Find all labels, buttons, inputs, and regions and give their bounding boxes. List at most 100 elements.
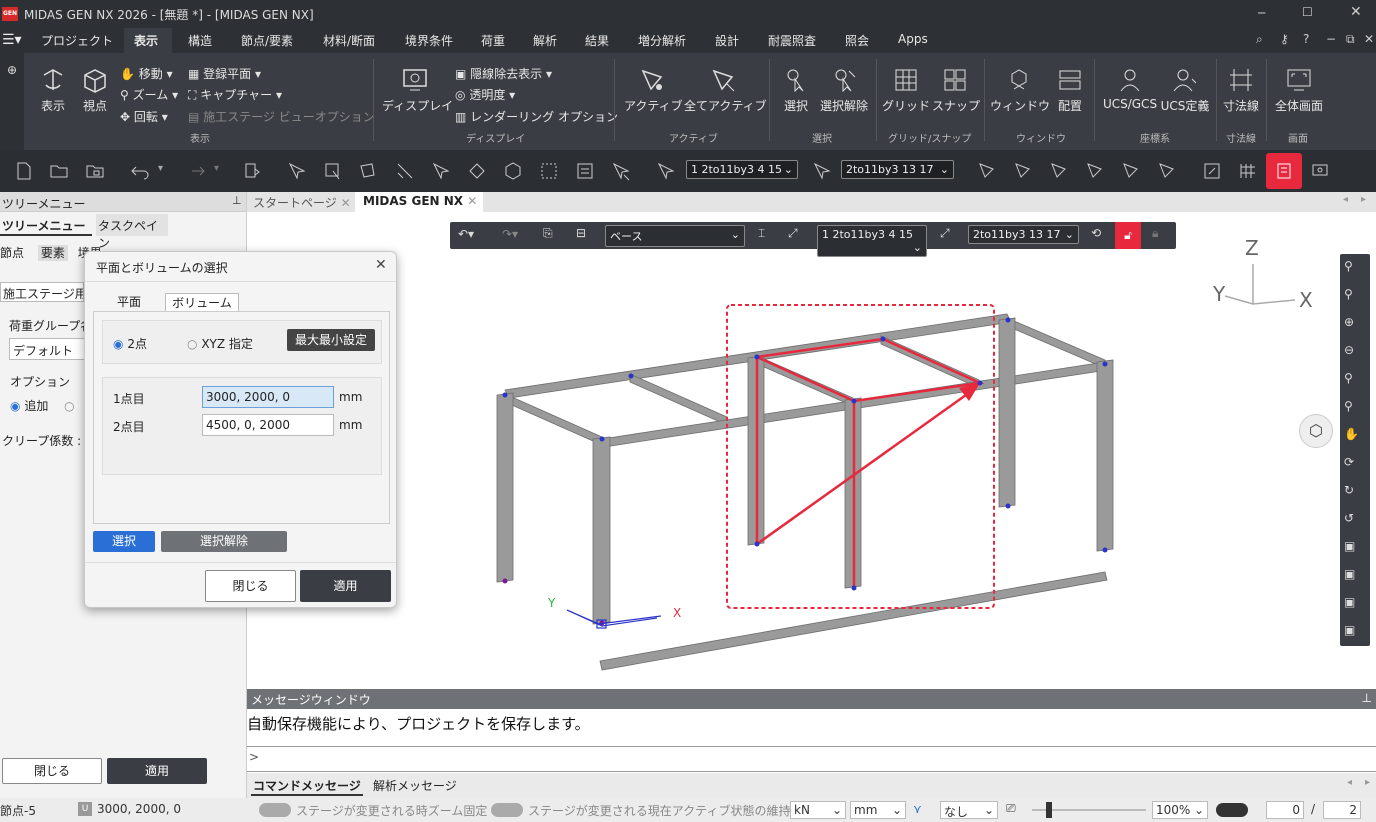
add-radio[interactable]: ◉ 追加 ○ (10, 397, 75, 414)
zoom-previous-icon[interactable]: ⚲ (1344, 399, 1362, 417)
front-view-icon[interactable]: ▣ (1344, 595, 1362, 613)
close-tab-icon[interactable]: ✕ (341, 196, 351, 210)
ribbon-display2-button[interactable]: ディスプレイ (382, 65, 453, 114)
dialog-apply-button[interactable]: 適用 (300, 570, 391, 602)
zoom-slider-thumb[interactable] (1046, 802, 1052, 818)
stage-combo[interactable]: 施工ステージ用 (0, 282, 84, 302)
zoom-fit-icon[interactable]: ⚲ (1344, 287, 1362, 305)
layout-button[interactable]: 配置 (1054, 65, 1086, 114)
rotate-z-icon[interactable]: ↺ (1344, 511, 1362, 529)
menu-analysis[interactable]: 解析 (533, 32, 557, 49)
ucs-def-button[interactable]: UCS定義 (1160, 65, 1210, 114)
active-inverse-icon[interactable] (1121, 161, 1141, 181)
tab-volume[interactable]: ボリューム (165, 293, 239, 312)
theme-toggle[interactable] (1216, 803, 1248, 817)
fullscreen-button[interactable]: 全体画面 (1272, 65, 1326, 114)
menu-incremental[interactable]: 増分解析 (638, 32, 686, 49)
menu-material[interactable]: 材料/断面 (323, 32, 375, 49)
search-icon[interactable]: ⌕ (1256, 32, 1263, 47)
node[interactable] (754, 541, 760, 547)
node[interactable] (1102, 361, 1108, 367)
element-selection-dropdown[interactable]: 2to11by3 13 17 ⌄ (841, 160, 954, 179)
minimize-button[interactable]: ─ (1258, 6, 1265, 20)
line-select-icon[interactable] (395, 161, 415, 181)
menu-load[interactable]: 荷重 (481, 32, 505, 49)
ribbon-close-icon[interactable]: ✕ (1364, 32, 1374, 46)
tab-start-page[interactable]: スタートページ ✕ (253, 194, 351, 211)
undo-dropdown-icon[interactable]: ▾ (158, 163, 163, 174)
zoom-in-icon[interactable]: ⊕ (1344, 315, 1362, 333)
menu-apps[interactable]: Apps (898, 32, 928, 46)
move-button[interactable]: ✋ 移動 ▾ (120, 65, 173, 82)
window-select-icon[interactable] (323, 161, 343, 181)
column[interactable] (1096, 359, 1114, 552)
length-unit-select[interactable]: mm ⌄ (850, 801, 906, 819)
node[interactable] (628, 373, 634, 379)
command-input[interactable]: > (247, 746, 1376, 772)
none-select[interactable]: なし ⌄ (940, 801, 998, 819)
transparency-button[interactable]: ◎ 透明度 ▾ (455, 86, 515, 103)
pin-icon[interactable]: ⊕ (0, 53, 24, 150)
zoom-fit-icon[interactable] (1202, 161, 1222, 181)
node[interactable] (851, 398, 857, 404)
property-select-icon[interactable] (575, 161, 595, 181)
tab-analysis-message[interactable]: 解析メッセージ (373, 777, 457, 794)
keep-active-toggle[interactable] (491, 803, 523, 817)
node-select-icon[interactable] (656, 161, 676, 181)
hidden-line-button[interactable]: ▣ 隠線除去表示 ▾ (455, 65, 552, 82)
ribbon-viewpoint-button[interactable]: 視点 (78, 65, 112, 114)
active-button[interactable]: アクティブ (624, 65, 683, 114)
beam[interactable] (1006, 317, 1106, 369)
dialog-close-button[interactable]: 閉じる (205, 570, 296, 602)
polygon-select-icon[interactable] (358, 161, 378, 181)
close-tab-icon[interactable]: ✕ (467, 194, 477, 208)
orbit-icon[interactable]: ⟳ (1344, 455, 1362, 473)
tab-scroll-left-icon[interactable]: ◂ (1343, 194, 1348, 205)
node[interactable] (1102, 547, 1108, 553)
menu-project[interactable]: プロジェクト (41, 32, 113, 49)
rotate-button[interactable]: ✥ 回転 ▾ (120, 108, 168, 125)
node[interactable] (1005, 317, 1011, 323)
snap-button[interactable]: スナップ (932, 65, 980, 114)
deselect-button[interactable]: 選択解除 (818, 65, 870, 114)
zoom-select[interactable]: 100% ⌄ (1152, 801, 1208, 819)
force-unit-select[interactable]: kN ⌄ (790, 801, 846, 819)
node[interactable] (880, 336, 886, 342)
open-folder-icon[interactable] (49, 161, 69, 181)
model-viewport[interactable]: ↶▾ ↷▾ ⎘ ⊟ ベース ⌄ ⌶ ⤢ 1 2to11by3 4 15 ⌄ ⤢ 2t… (247, 212, 1376, 689)
inactivate-icon[interactable] (1013, 161, 1033, 181)
volume-select-icon[interactable] (503, 161, 523, 181)
dimension-button[interactable]: 寸法線 (1222, 65, 1260, 114)
close-icon[interactable]: ✕ (375, 257, 387, 273)
tab-scroll-right-icon[interactable]: ▸ (1361, 194, 1366, 205)
active-all-icon[interactable] (1085, 161, 1105, 181)
zoom-button[interactable]: ⚲ ズーム ▾ (120, 86, 178, 103)
tab-task-pane[interactable]: タスクペイン (96, 214, 168, 250)
redo-icon[interactable] (186, 161, 206, 181)
panel-close-button[interactable]: 閉じる (2, 758, 102, 784)
render-option-button[interactable]: ▥ レンダーリング オプション (455, 108, 618, 125)
node[interactable] (502, 578, 508, 584)
zoom-window-icon[interactable]: ⚲ (1344, 259, 1362, 277)
pan-icon[interactable]: ✋ (1344, 427, 1362, 445)
tab-midas-gen[interactable]: MIDAS GEN NX ✕ (355, 192, 483, 212)
all-active-button[interactable]: 全てアクティブ (684, 65, 767, 114)
active-identity-icon[interactable] (1157, 161, 1177, 181)
tab-command-message[interactable]: コマンドメッセージ (251, 777, 363, 796)
node[interactable] (599, 436, 605, 442)
node[interactable] (977, 380, 983, 386)
maximize-button[interactable]: ☐ (1302, 5, 1313, 19)
menu-node-element[interactable]: 節点/要素 (241, 32, 293, 49)
column[interactable] (998, 317, 1016, 508)
deselect-tool-icon[interactable] (611, 161, 631, 181)
group-select-icon[interactable] (539, 161, 559, 181)
element-select-icon[interactable] (812, 161, 832, 181)
menu-view[interactable]: 表示 (134, 32, 158, 49)
minmax-button[interactable]: 最大最小設定 (287, 329, 375, 351)
select-tool-icon[interactable] (287, 161, 307, 181)
radio-empty-icon[interactable]: ○ (64, 399, 74, 413)
key-icon[interactable]: ⚷ (1280, 32, 1289, 46)
point1-input[interactable]: 3000, 2000, 0 (202, 386, 334, 408)
zoom-lock-toggle[interactable] (259, 803, 291, 817)
rotate-x-icon[interactable]: ↻ (1344, 483, 1362, 501)
